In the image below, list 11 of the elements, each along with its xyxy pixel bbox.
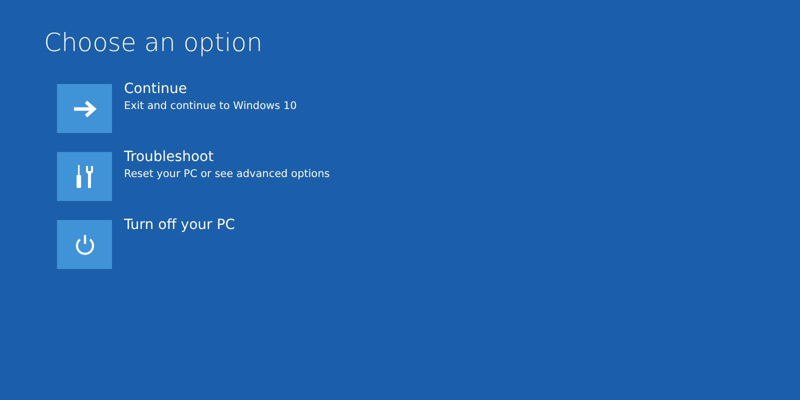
option-label[interactable]: Troubleshoot bbox=[124, 147, 214, 167]
option-tile[interactable] bbox=[57, 84, 112, 133]
option-label[interactable]: Turn off your PC bbox=[124, 215, 235, 235]
screen-title: Choose an option bbox=[44, 27, 262, 59]
option-label[interactable]: Continue bbox=[124, 79, 187, 99]
option-description: Reset your PC or see advanced options bbox=[124, 167, 330, 182]
arrow-icon bbox=[72, 100, 98, 118]
option-description: Exit and continue to Windows 10 bbox=[124, 99, 297, 114]
option-tile[interactable] bbox=[57, 220, 112, 269]
tools-icon bbox=[74, 164, 96, 188]
option-tile[interactable] bbox=[57, 152, 112, 201]
